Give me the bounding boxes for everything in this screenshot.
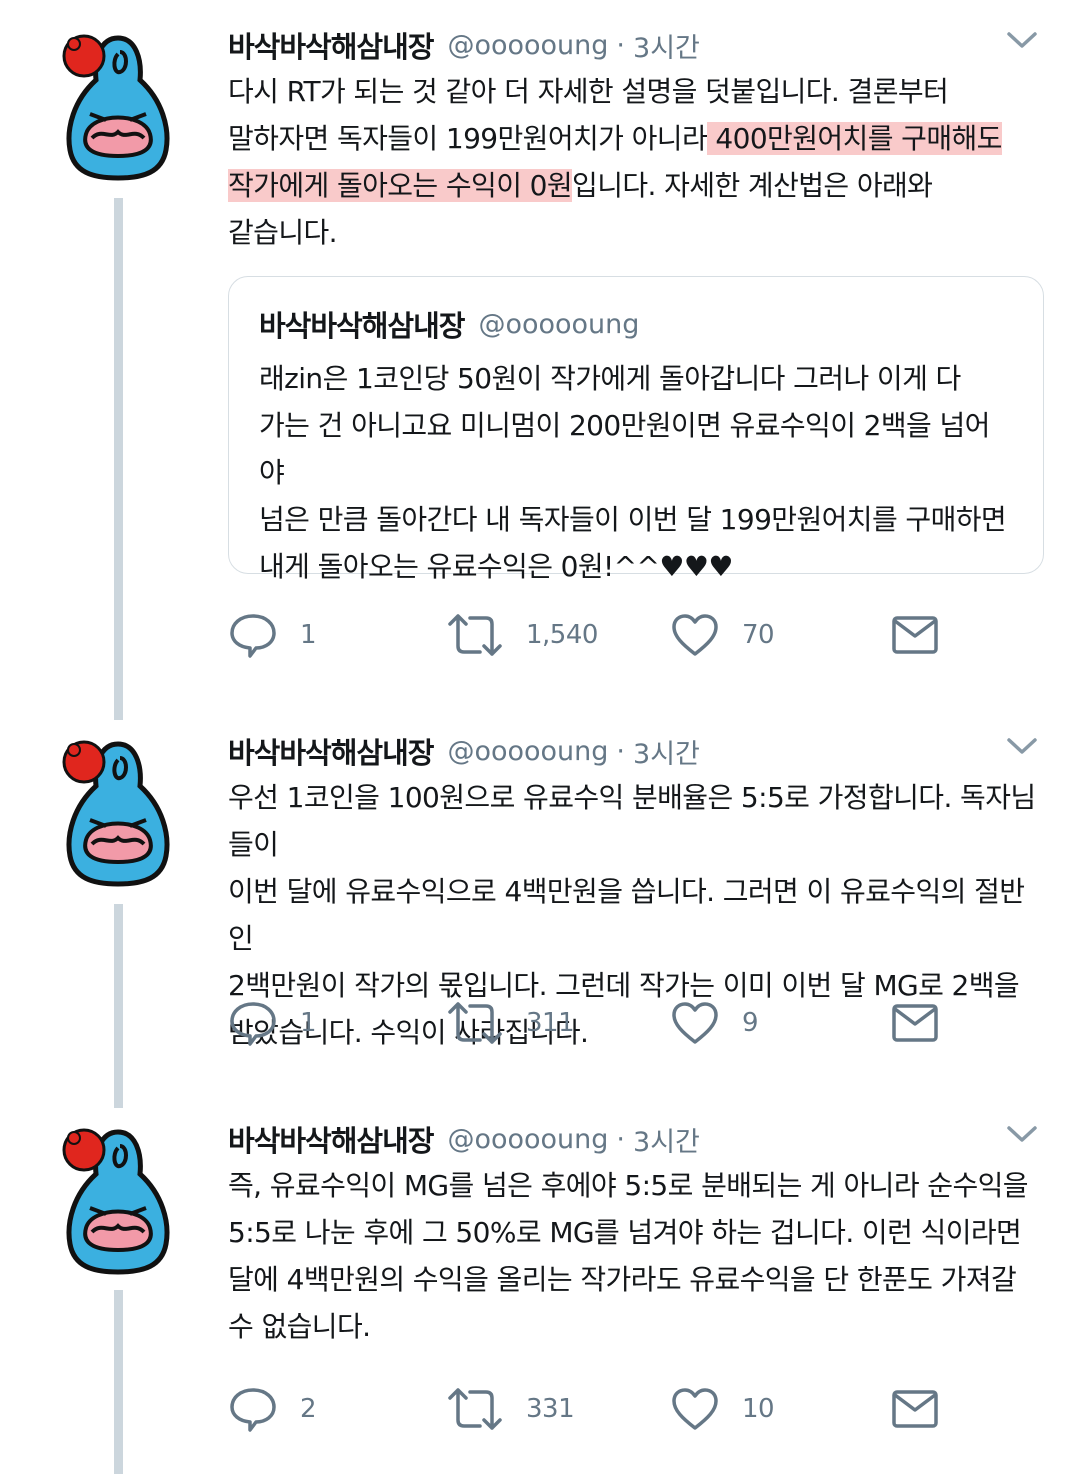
tweet[interactable]: 바삭바삭해삼내장 @oooooung · 3시간 다시 RT가 되는 것 같아 … bbox=[0, 0, 1080, 700]
retweet-button[interactable]: 311 bbox=[446, 998, 575, 1048]
direct-message-button[interactable] bbox=[890, 1384, 940, 1434]
separator-dot: · bbox=[616, 29, 626, 61]
quoted-tweet-header: 바삭바삭해삼내장 @oooooung bbox=[259, 301, 1013, 347]
reply-count: 2 bbox=[300, 1394, 317, 1424]
tweet-text: 다시 RT가 되는 것 같아 더 자세한 설명을 덧붙입니다. 결론부터 말하자… bbox=[228, 68, 1046, 256]
tweet[interactable]: 바삭바삭해삼내장 @oooooung · 3시간 즉, 유료수익이 MG를 넘은… bbox=[0, 1094, 1080, 1474]
mail-icon bbox=[892, 1004, 938, 1042]
separator-dot: · bbox=[616, 735, 626, 767]
sea-cucumber-character-icon bbox=[62, 1128, 170, 1275]
quoted-tweet-text: 래zin은 1코인당 50원이 작가에게 돌아갑니다 그러나 이게 다 가는 건… bbox=[259, 362, 1007, 583]
reply-icon bbox=[230, 1002, 276, 1046]
like-count: 70 bbox=[742, 620, 775, 650]
tweet-header: 바삭바삭해삼내장 @oooooung · 3시간 bbox=[228, 1116, 1046, 1162]
reply-count: 1 bbox=[300, 620, 317, 650]
retweet-button[interactable]: 1,540 bbox=[446, 610, 598, 660]
sea-cucumber-character-icon bbox=[62, 34, 170, 181]
retweet-icon bbox=[448, 614, 502, 656]
retweet-button[interactable]: 331 bbox=[446, 1384, 575, 1434]
reply-count: 1 bbox=[300, 1008, 317, 1038]
reply-button[interactable]: 1 bbox=[228, 998, 317, 1048]
mail-icon bbox=[892, 1390, 938, 1428]
timestamp[interactable]: 3시간 bbox=[633, 26, 700, 65]
avatar[interactable] bbox=[62, 736, 174, 888]
chevron-down-icon[interactable] bbox=[1006, 1122, 1038, 1146]
display-name[interactable]: 바삭바삭해삼내장 bbox=[228, 1118, 434, 1160]
separator-dot: · bbox=[616, 1123, 626, 1155]
timestamp[interactable]: 3시간 bbox=[633, 732, 700, 771]
reply-button[interactable]: 1 bbox=[228, 610, 317, 660]
tweet[interactable]: 바삭바삭해삼내장 @oooooung · 3시간 우선 1코인을 100원으로 … bbox=[0, 706, 1080, 1086]
like-count: 9 bbox=[742, 1008, 759, 1038]
retweet-icon bbox=[448, 1002, 502, 1044]
quoted-display-name: 바삭바삭해삼내장 bbox=[259, 309, 465, 343]
mail-icon bbox=[892, 616, 938, 654]
like-button[interactable]: 70 bbox=[670, 610, 775, 660]
reply-icon bbox=[230, 614, 276, 658]
chevron-down-icon[interactable] bbox=[1006, 734, 1038, 758]
avatar[interactable] bbox=[62, 30, 174, 182]
retweet-count: 331 bbox=[526, 1394, 575, 1424]
user-handle[interactable]: @oooooung bbox=[447, 736, 608, 767]
display-name[interactable]: 바삭바삭해삼내장 bbox=[228, 24, 434, 66]
chevron-down-icon[interactable] bbox=[1006, 28, 1038, 52]
timestamp[interactable]: 3시간 bbox=[633, 1120, 700, 1159]
direct-message-button[interactable] bbox=[890, 998, 940, 1048]
reply-button[interactable]: 2 bbox=[228, 1384, 317, 1434]
quoted-tweet[interactable]: 바삭바삭해삼내장 @oooooung 래zin은 1코인당 50원이 작가에게 … bbox=[228, 276, 1044, 583]
avatar[interactable] bbox=[62, 1124, 174, 1276]
direct-message-button[interactable] bbox=[890, 610, 940, 660]
tweet-header: 바삭바삭해삼내장 @oooooung · 3시간 bbox=[228, 728, 1046, 774]
user-handle[interactable]: @oooooung bbox=[447, 30, 608, 61]
like-button[interactable]: 9 bbox=[670, 998, 759, 1048]
user-handle[interactable]: @oooooung bbox=[447, 1124, 608, 1155]
tweet-actions: 2 331 10 bbox=[228, 1384, 988, 1434]
retweet-count: 1,540 bbox=[526, 620, 598, 650]
heart-icon bbox=[672, 1002, 718, 1044]
heart-icon bbox=[672, 1388, 718, 1430]
tweet-header: 바삭바삭해삼내장 @oooooung · 3시간 bbox=[228, 22, 1046, 68]
retweet-icon bbox=[448, 1388, 502, 1430]
tweet-actions: 1 311 9 bbox=[228, 998, 988, 1048]
retweet-count: 311 bbox=[526, 1008, 575, 1038]
display-name[interactable]: 바삭바삭해삼내장 bbox=[228, 730, 434, 772]
reply-icon bbox=[230, 1388, 276, 1432]
quoted-user-handle: @oooooung bbox=[478, 308, 640, 340]
tweet-actions: 1 1,540 70 bbox=[228, 610, 988, 660]
sea-cucumber-character-icon bbox=[62, 740, 170, 887]
tweet-text: 즉, 유료수익이 MG를 넘은 후에야 5:5로 분배되는 게 아니라 순수익을… bbox=[228, 1169, 1029, 1343]
like-count: 10 bbox=[742, 1394, 775, 1424]
heart-icon bbox=[672, 614, 718, 656]
like-button[interactable]: 10 bbox=[670, 1384, 775, 1434]
